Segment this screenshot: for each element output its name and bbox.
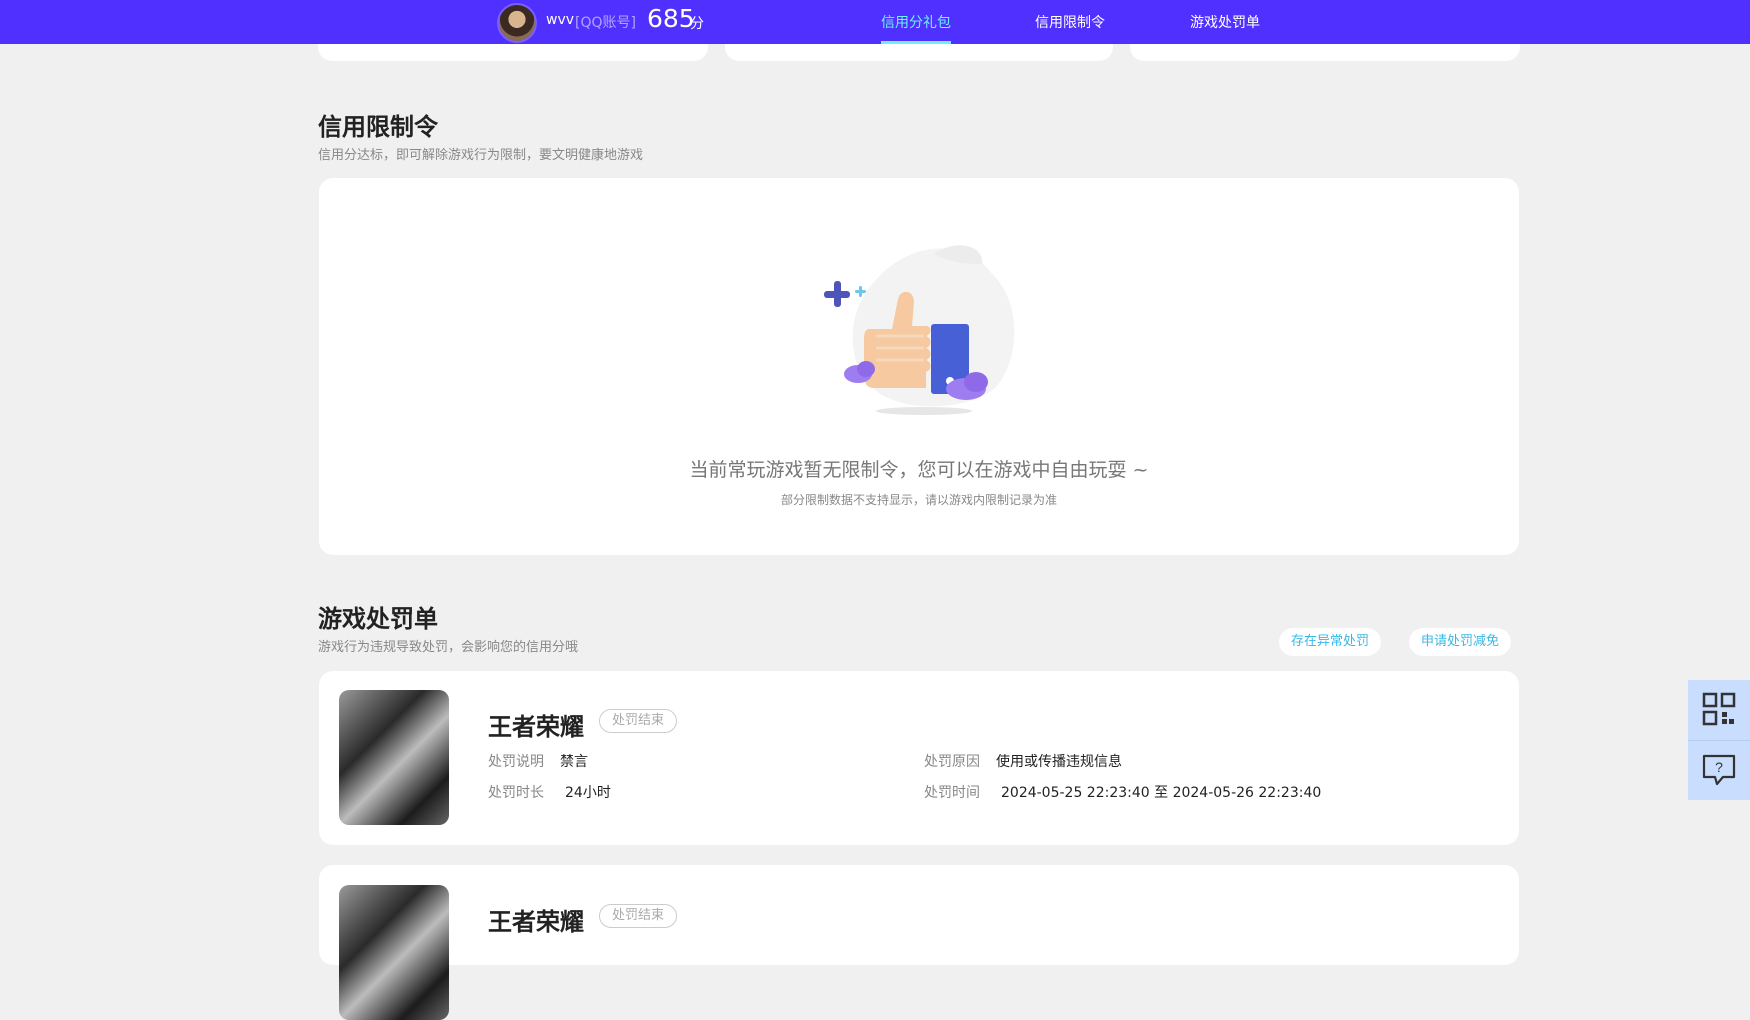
reason-label: 处罚原因 <box>924 754 980 770</box>
credit-score: 685 <box>647 4 695 33</box>
game-title: 王者荣耀 <box>488 713 584 741</box>
desc-label: 处罚说明 <box>488 754 544 770</box>
username: wvv <box>546 12 575 28</box>
restriction-title: 信用限制令 <box>318 113 438 141</box>
avatar[interactable] <box>497 3 537 43</box>
penalty-record-card[interactable]: 王者荣耀 处罚结束 处罚说明 禁言 处罚时长 24小时 处罚原因 使用或传播违规… <box>319 671 1519 845</box>
score-unit: 分 <box>690 16 704 32</box>
qr-code-icon <box>1702 692 1736 726</box>
report-abnormal-penalty-button[interactable]: 存在异常处罚 <box>1279 628 1382 656</box>
time-label: 处罚时间 <box>924 785 980 801</box>
time-value: 2024-05-25 22:23:40 至 2024-05-26 22:23:4… <box>1001 785 1322 801</box>
thumbs-up-illustration <box>824 245 1015 415</box>
qr-code-button[interactable] <box>1688 680 1750 741</box>
nav-credit-gift[interactable]: 信用分礼包 <box>881 12 951 32</box>
empty-note: 部分限制数据不支持显示，请以游戏内限制记录为准 <box>780 493 1057 507</box>
help-button[interactable]: ? <box>1688 741 1750 800</box>
game-title: 王者荣耀 <box>488 908 584 936</box>
duration-label: 处罚时长 <box>488 785 544 801</box>
restriction-subtitle: 信用分达标，即可解除游戏行为限制，要文明健康地游戏 <box>318 148 644 163</box>
help-chat-icon: ? <box>1702 754 1736 786</box>
nav-credit-restriction[interactable]: 信用限制令 <box>1035 12 1105 32</box>
desc-value: 禁言 <box>560 754 588 770</box>
nav-active-indicator <box>881 41 951 44</box>
top-bar: wvv [QQ账号] 685 分 信用分礼包 信用限制令 游戏处罚单 <box>0 0 1750 44</box>
duration-value: 24小时 <box>565 785 611 801</box>
apply-penalty-reduction-button[interactable]: 申请处罚减免 <box>1409 628 1512 656</box>
status-badge: 处罚结束 <box>599 709 678 733</box>
penalty-record-card[interactable]: 王者荣耀 处罚结束 <box>319 865 1519 1020</box>
game-thumbnail <box>339 885 449 1020</box>
restriction-card: 当前常玩游戏暂无限制令，您可以在游戏中自由玩耍 ~ 部分限制数据不支持显示，请以… <box>319 178 1519 555</box>
empty-message: 当前常玩游戏暂无限制令，您可以在游戏中自由玩耍 ~ <box>689 459 1149 481</box>
reason-value: 使用或传播违规信息 <box>996 754 1122 770</box>
nav-game-penalty[interactable]: 游戏处罚单 <box>1190 12 1260 32</box>
account-type: [QQ账号] <box>575 15 636 31</box>
svg-text:?: ? <box>1715 759 1723 775</box>
penalty-subtitle: 游戏行为违规导致处罚，会影响您的信用分哦 <box>318 640 579 655</box>
game-thumbnail <box>339 690 449 825</box>
status-badge: 处罚结束 <box>599 904 678 928</box>
penalty-title: 游戏处罚单 <box>318 605 438 633</box>
